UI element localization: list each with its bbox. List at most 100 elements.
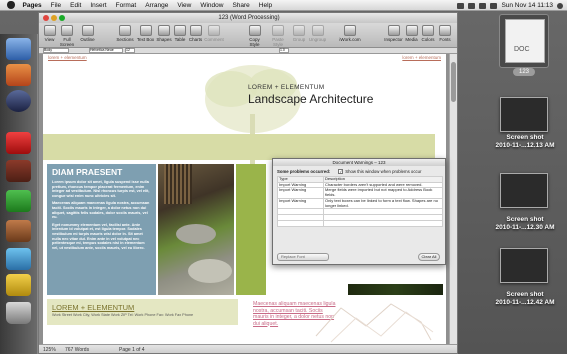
box-paragraph: Lorem ipsum dolor sit amet, ligula suspe… bbox=[52, 180, 150, 198]
toolbar-group[interactable]: Group bbox=[291, 25, 307, 46]
menu-edit[interactable]: Edit bbox=[66, 2, 86, 9]
menu-view[interactable]: View bbox=[173, 2, 196, 9]
checkbox-label: Show this window when problems occur bbox=[345, 169, 422, 174]
header-right[interactable]: lorem + elementum bbox=[402, 55, 441, 60]
app-icon[interactable] bbox=[6, 132, 31, 154]
page-indicator[interactable]: Page 1 of 4 bbox=[119, 347, 145, 353]
scroll-thumb[interactable] bbox=[451, 62, 456, 102]
menu-window[interactable]: Window bbox=[196, 2, 228, 9]
toolbar-media[interactable]: Media bbox=[404, 25, 419, 46]
full-screen-icon bbox=[61, 25, 73, 36]
stone-detail bbox=[176, 224, 216, 244]
text-box-icon bbox=[139, 25, 152, 36]
app-icon[interactable] bbox=[6, 248, 31, 270]
row-description: Merge fields were imported but not mappe… bbox=[323, 187, 443, 199]
media-icon bbox=[405, 25, 418, 36]
paste-style-icon bbox=[272, 25, 284, 36]
menu-format[interactable]: Format bbox=[111, 2, 141, 9]
finder-icon[interactable] bbox=[6, 38, 31, 60]
screenshot-file-icon[interactable] bbox=[500, 248, 548, 283]
document-title[interactable]: Landscape Architecture bbox=[248, 92, 373, 106]
dashboard-icon[interactable] bbox=[6, 64, 31, 86]
app-icon[interactable] bbox=[6, 220, 31, 242]
toolbar-comment[interactable]: Comment bbox=[204, 25, 224, 46]
footer-box[interactable]: LOREM + ELEMENTUM Work Street Work City,… bbox=[47, 299, 238, 325]
group-icon bbox=[293, 25, 305, 36]
screenshot-file-icon[interactable] bbox=[500, 97, 548, 132]
toolbar-table[interactable]: Table bbox=[173, 25, 187, 46]
screenshot-file-label[interactable]: Screen shot 2010-11-...12.30 AM bbox=[475, 216, 567, 232]
zoom-button[interactable] bbox=[59, 15, 65, 21]
toolbar-text-box[interactable]: Text Box bbox=[136, 25, 155, 46]
clear-all-button[interactable]: Clear All bbox=[418, 253, 440, 261]
toolbar-view[interactable]: View bbox=[42, 25, 57, 46]
charts-icon bbox=[189, 25, 202, 36]
shapes-icon bbox=[158, 25, 170, 36]
toolbar-sections[interactable]: Sections bbox=[115, 25, 135, 46]
inspector-icon bbox=[387, 25, 400, 36]
app-icon[interactable] bbox=[6, 160, 31, 182]
volume-icon[interactable] bbox=[479, 2, 487, 9]
sections-icon bbox=[119, 25, 131, 36]
minimize-button[interactable] bbox=[51, 15, 57, 21]
toolbar: View Full Screen Outline Sections Text B… bbox=[39, 23, 457, 48]
apple-icon[interactable] bbox=[7, 1, 15, 9]
font-size-select[interactable]: 12 bbox=[125, 48, 135, 53]
toolbar-shapes[interactable]: Shapes bbox=[156, 25, 172, 46]
bluetooth-icon[interactable] bbox=[457, 2, 465, 9]
header-left[interactable]: lorem + elementum bbox=[48, 55, 87, 60]
toolbar-inspector[interactable]: Inspector bbox=[384, 25, 403, 46]
screenshot-file-label[interactable]: Screen shot 2010-11-...12.42 AM bbox=[475, 291, 567, 307]
menu-insert[interactable]: Insert bbox=[86, 2, 111, 9]
zoom-level[interactable]: 125% bbox=[43, 347, 56, 353]
line-spacing-select[interactable]: 1.0 bbox=[279, 48, 289, 53]
text-box-diam[interactable]: DIAM PRAESENT Lorem ipsum dolor sit amet… bbox=[47, 164, 156, 295]
trash-icon[interactable] bbox=[6, 302, 31, 324]
foliage-photo[interactable] bbox=[348, 284, 443, 295]
table-row[interactable]: Import Warning Merge fields were importe… bbox=[277, 187, 443, 199]
toolbar-paste-style[interactable]: Paste Style bbox=[267, 25, 289, 47]
footer-title: LOREM + ELEMENTUM bbox=[52, 303, 135, 312]
menu-help[interactable]: Help bbox=[254, 2, 276, 9]
app-icon[interactable] bbox=[6, 274, 31, 296]
document-subtitle[interactable]: LOREM + ELEMENTUM bbox=[248, 84, 324, 91]
menu-arrange[interactable]: Arrange bbox=[141, 2, 173, 9]
toolbar-copy-style[interactable]: Copy Style bbox=[244, 25, 265, 47]
font-select[interactable]: Helvetica Neue bbox=[89, 48, 123, 53]
menu-app-name[interactable]: Pages bbox=[18, 2, 46, 9]
toolbar-charts[interactable]: Charts bbox=[188, 25, 203, 46]
toolbar-fonts[interactable]: Fonts bbox=[437, 25, 453, 46]
close-button[interactable] bbox=[43, 15, 49, 21]
table-row[interactable]: Import Warning Only text boxes can be li… bbox=[277, 197, 443, 210]
vertical-scrollbar[interactable] bbox=[449, 54, 457, 344]
toolbar-outline[interactable]: Outline bbox=[79, 25, 96, 46]
menubar-clock[interactable]: Sun Nov 14 11:13 bbox=[501, 2, 553, 9]
doc-file-icon[interactable]: DOC bbox=[499, 14, 549, 68]
toolbar-colors[interactable]: Colors bbox=[420, 25, 436, 46]
toolbar-iwork[interactable]: iWork.com bbox=[339, 25, 361, 46]
view-icon bbox=[43, 25, 56, 36]
window-titlebar[interactable]: 123 (Word Processing) bbox=[39, 13, 457, 23]
wifi-icon[interactable] bbox=[468, 2, 476, 9]
status-bar: 125% 767 Words Page 1 of 4 bbox=[39, 344, 457, 353]
copy-style-icon bbox=[248, 25, 261, 36]
screenshot-file-label[interactable]: Screen shot 2010-11-...12.13 AM bbox=[475, 134, 567, 150]
show-window-checkbox[interactable]: ✓ bbox=[338, 169, 344, 174]
spotlight-icon[interactable] bbox=[557, 2, 563, 9]
battery-icon[interactable] bbox=[490, 2, 498, 9]
app-icon[interactable] bbox=[6, 190, 31, 212]
replace-font-button[interactable]: Replace Font bbox=[277, 253, 329, 261]
toolbar-ungroup[interactable]: Ungroup bbox=[308, 25, 327, 46]
screenshot-file-icon[interactable] bbox=[500, 173, 548, 208]
toolbar-full-screen[interactable]: Full Screen bbox=[57, 25, 77, 47]
style-select[interactable]: Body bbox=[43, 48, 69, 53]
dialog-titlebar[interactable]: Document Warnings – 123 bbox=[273, 159, 445, 166]
app-icon[interactable] bbox=[6, 90, 31, 112]
doc-file-name[interactable]: 123 bbox=[513, 68, 535, 76]
row-type: Import Warning bbox=[277, 197, 324, 210]
menu-share[interactable]: Share bbox=[228, 2, 254, 9]
garden-photo[interactable] bbox=[158, 164, 234, 295]
row-description: Only text boxes can be linked to form a … bbox=[323, 197, 443, 210]
menu-bar: Pages File Edit Insert Format Arrange Vi… bbox=[0, 0, 567, 11]
menu-file[interactable]: File bbox=[46, 2, 65, 9]
